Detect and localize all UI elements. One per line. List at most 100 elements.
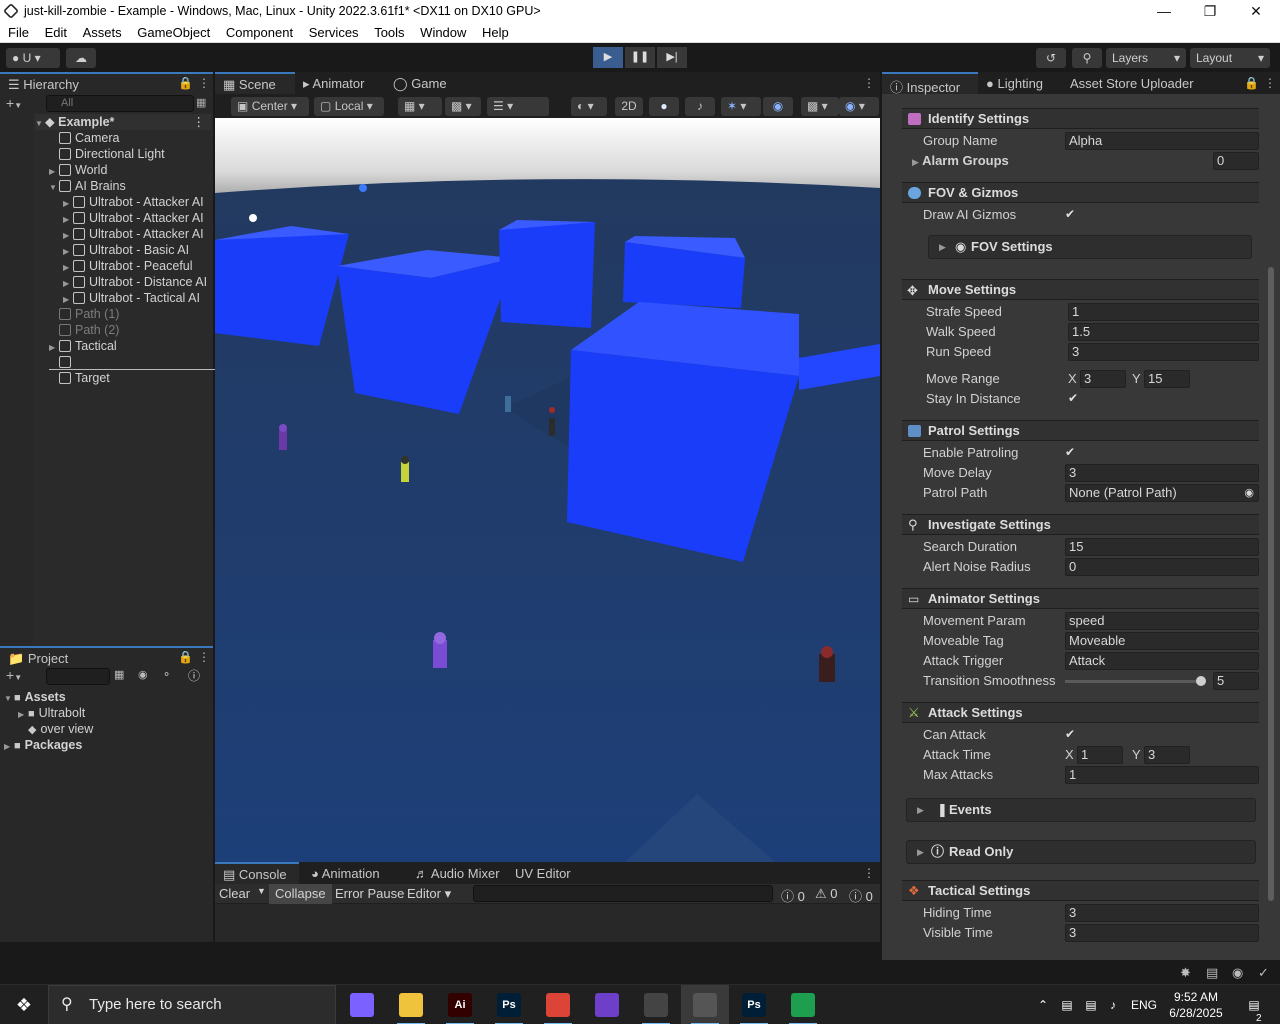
close-button[interactable]: ✕ [1233, 1, 1279, 22]
hierarchy-item[interactable]: ▶ Ultrabot - Distance AI [63, 274, 211, 290]
hierarchy-item[interactable]: Camera [49, 130, 209, 146]
section-fov-gizmos[interactable]: FOV & Gizmos [902, 182, 1259, 203]
minimize-button[interactable]: — [1141, 1, 1187, 22]
tab-audio-mixer[interactable]: ♬ Audio Mixer [407, 862, 508, 884]
hierarchy-item[interactable]: Directional Light [49, 146, 209, 162]
snap-increment-button[interactable]: ▩ ▾ [445, 97, 481, 116]
fov-settings-foldout[interactable]: ▶ ◉ FOV Settings [928, 235, 1252, 259]
hierarchy-item[interactable]: ▶ Ultrabot - Basic AI [63, 242, 211, 258]
expand-arrow-icon[interactable]: ▼ [4, 691, 14, 705]
hierarchy-menu-icon[interactable]: ⋮ [198, 76, 210, 90]
project-item[interactable]: ▼ ■ Assets [4, 689, 194, 705]
alarm-groups-count[interactable]: 0 [1213, 152, 1259, 170]
play-button[interactable]: ▶ [593, 47, 623, 68]
transition-smoothness-slider[interactable] [1196, 676, 1206, 686]
database-icon[interactable]: ▤ [1206, 965, 1218, 981]
tab-console[interactable]: ▤ Console [215, 862, 299, 884]
run-speed-field[interactable]: 3 [1068, 343, 1259, 361]
notification-center-button[interactable]: ▤ 2 [1234, 985, 1274, 1024]
hiding-time-field[interactable]: 3 [1065, 904, 1259, 922]
cloud-button[interactable]: ☁ [66, 48, 96, 68]
character[interactable] [401, 456, 409, 482]
tab-uv-editor[interactable]: UV Editor [507, 862, 579, 884]
section-investigate-settings[interactable]: ⚲ Investigate Settings [902, 514, 1259, 535]
movement-param-field[interactable]: speed [1065, 612, 1259, 630]
project-menu-icon[interactable]: ⋮ [198, 650, 210, 664]
expand-arrow-icon[interactable]: ▶ [49, 340, 59, 354]
error-count[interactable]: ⓘ 0 [849, 886, 873, 905]
read-only-foldout[interactable]: ▶ ⓘ Read Only [906, 840, 1256, 864]
space-dropdown[interactable]: ▢ Local ▾ [314, 97, 384, 116]
tab-asset-store-uploader[interactable]: Asset Store Uploader [1062, 72, 1202, 94]
scene-viewport[interactable] [215, 118, 880, 862]
hierarchy-item[interactable]: ▶ World [49, 162, 209, 178]
hierarchy-item[interactable]: Path (1) [49, 306, 209, 322]
expand-arrow-icon[interactable]: ▶ [63, 196, 73, 210]
section-patrol-settings[interactable]: Patrol Settings [902, 420, 1259, 441]
expand-arrow-icon[interactable]: ▼ [35, 116, 45, 130]
menu-services[interactable]: Services [309, 23, 359, 40]
bug-icon[interactable]: ✸ [1180, 965, 1191, 981]
inspector-menu-icon[interactable]: ⋮ [1264, 76, 1276, 90]
lock-icon[interactable]: 🔒 [178, 76, 193, 90]
maximize-button[interactable]: ❐ [1187, 1, 1233, 22]
undo-history-button[interactable]: ↺ [1036, 48, 1066, 68]
hierarchy-item[interactable]: ▶ Ultrabot - Attacker AI [63, 226, 211, 242]
character[interactable] [433, 632, 447, 668]
expand-arrow-icon[interactable]: ▶ [63, 292, 73, 306]
file-explorer-app-button[interactable] [387, 985, 435, 1024]
character[interactable] [279, 424, 287, 450]
expand-arrow-icon[interactable]: ▶ [4, 739, 14, 753]
transition-smoothness-field[interactable]: 5 [1213, 672, 1259, 690]
menu-component[interactable]: Component [226, 23, 293, 40]
start-button[interactable]: ❖ [0, 985, 48, 1024]
hierarchy-item[interactable]: ▶ Tactical [49, 338, 209, 354]
alert-noise-radius-field[interactable]: 0 [1065, 558, 1259, 576]
hierarchy-item[interactable]: ▶ Ultrabot - Peaceful [63, 258, 211, 274]
moveable-tag-field[interactable]: Moveable [1065, 632, 1259, 650]
scene-menu-icon[interactable]: ⋮ [193, 114, 206, 130]
move-range-x-field[interactable]: 3 [1080, 370, 1126, 388]
gizmos-button[interactable]: ◉ ▾ [839, 97, 879, 116]
chrome-app-button[interactable] [534, 985, 582, 1024]
project-item[interactable]: ▶ ■ Ultrabolt [18, 705, 208, 721]
search-duration-field[interactable]: 15 [1065, 538, 1259, 556]
transition-smoothness-track[interactable] [1065, 676, 1206, 686]
hierarchy-item[interactable]: ▼ AI Brains [49, 178, 209, 194]
project-item[interactable]: ▶ ■ Packages [4, 737, 194, 753]
pivot-dropdown[interactable]: ▣ Center ▾ [231, 97, 309, 116]
section-identify-settings[interactable]: Identify Settings [902, 108, 1259, 129]
tab-scene[interactable]: ▦ Scene [215, 72, 295, 94]
inspector-lock-icon[interactable]: 🔒 [1244, 76, 1259, 90]
alarm-groups-label[interactable]: ▶ Alarm Groups [912, 152, 1009, 170]
photoshop-app-button[interactable]: Ps [485, 985, 533, 1024]
volume-icon[interactable]: ♪ [1104, 985, 1122, 1024]
expand-arrow-icon[interactable]: ▶ [18, 707, 28, 721]
audio-toggle[interactable]: ♪ [685, 97, 715, 116]
project-lock-icon[interactable]: 🔒 [178, 650, 193, 664]
scene-search-icon[interactable]: ▦ [196, 96, 206, 109]
info-icon[interactable]: ⓘ [188, 667, 200, 684]
ruler-button[interactable]: ☰ ▾ [487, 97, 549, 116]
draw-gizmos-checkbox[interactable]: ✔ [1065, 207, 1079, 221]
network-icon[interactable]: ▤ [1082, 985, 1100, 1024]
search-button[interactable]: ⚲ [1072, 48, 1102, 68]
toggle-2d-button[interactable]: 2D [615, 97, 643, 116]
step-button[interactable]: ▶| [657, 47, 687, 68]
tab-game[interactable]: ◯ Game [385, 72, 455, 94]
attack-time-y-field[interactable]: 3 [1144, 746, 1190, 764]
inspector-scrollbar[interactable] [1268, 267, 1274, 901]
clear-button[interactable]: Clear [219, 886, 250, 901]
menu-gameobject[interactable]: GameObject [137, 23, 210, 40]
hierarchy-search-input[interactable]: All [46, 95, 194, 112]
create-button[interactable]: +▼ [6, 95, 22, 111]
expand-arrow-icon[interactable]: ▶ [63, 212, 73, 226]
tag-icon[interactable]: ⚬ [162, 668, 171, 681]
expand-arrow-icon[interactable]: ▼ [49, 180, 59, 194]
expand-arrow-icon[interactable]: ▶ [63, 244, 73, 258]
menu-file[interactable]: File [8, 23, 29, 40]
max-attacks-field[interactable]: 1 [1065, 766, 1259, 784]
can-attack-checkbox[interactable]: ✔ [1065, 727, 1079, 741]
project-item[interactable]: ◆ over view [18, 721, 208, 737]
hierarchy-item[interactable]: ▶ Ultrabot - Attacker AI [63, 210, 211, 226]
